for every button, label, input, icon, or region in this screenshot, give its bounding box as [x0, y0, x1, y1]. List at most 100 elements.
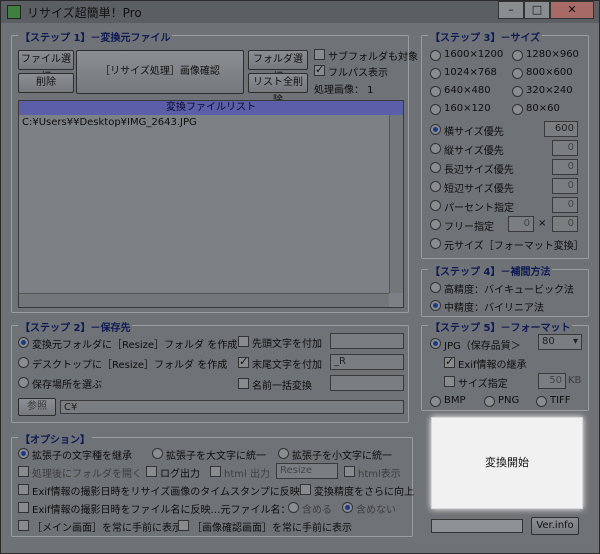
options-title: 【オプション】: [18, 431, 92, 446]
step3-title: 【ステップ 3】－サイズ: [428, 29, 543, 44]
include-radio[interactable]: [288, 502, 299, 513]
prefix-checkbox[interactable]: [238, 336, 249, 347]
size-radio-1600[interactable]: [430, 50, 441, 61]
short-side-radio[interactable]: [430, 181, 441, 192]
open-folder-checkbox[interactable]: [18, 466, 29, 477]
png-radio[interactable]: [484, 396, 495, 407]
size-label-1600: 1600×1200: [444, 49, 504, 60]
step4-title: 【ステップ 4】－補間方法: [428, 263, 553, 278]
prefix-label: 先頭文字を付加: [252, 339, 322, 350]
convert-start-button[interactable]: 変換開始: [431, 417, 583, 509]
tiff-label: TIFF: [550, 395, 571, 406]
file-list-item[interactable]: C:¥Users¥¥Desktop¥IMG_2643.JPG: [22, 117, 197, 128]
size-radio-320[interactable]: [512, 86, 523, 97]
size-label-800: 800×600: [526, 67, 573, 78]
jpg-radio[interactable]: [430, 338, 441, 349]
dest-choose-label: 保存場所を選ぶ: [32, 380, 102, 391]
percent-input[interactable]: 0: [552, 197, 578, 213]
tiff-radio[interactable]: [536, 396, 547, 407]
html-show-label: html表示: [358, 469, 401, 480]
long-side-input[interactable]: 0: [552, 159, 578, 175]
size-label-320: 320×240: [526, 85, 573, 96]
html-show-checkbox[interactable]: [344, 466, 355, 477]
bilinear-radio[interactable]: [430, 300, 441, 311]
folder-select-button[interactable]: フォルダ選択: [248, 50, 308, 83]
size-radio-80[interactable]: [512, 104, 523, 115]
processed-count: 処理画像： 1: [314, 85, 374, 96]
delete-button[interactable]: 削除: [18, 73, 74, 93]
width-input[interactable]: 600: [544, 121, 578, 137]
precision-label: 変換精度をさらに向上: [314, 487, 414, 498]
log-label: ログ出力: [160, 469, 200, 480]
step3-group: 【ステップ 3】－サイズ 1600×1200 1280×960 1024×768…: [421, 29, 589, 259]
free-height-input[interactable]: 0: [552, 216, 578, 232]
exif-filename-label: Exif情報の撮影日時をファイル名に反映…元ファイル名：: [32, 505, 291, 516]
ext-lower-radio[interactable]: [278, 448, 289, 459]
version-info-button[interactable]: Ver.info: [531, 517, 579, 535]
suffix-label: 末尾文字を付加: [252, 360, 322, 371]
size-radio-640[interactable]: [430, 86, 441, 97]
dest-source-folder-radio[interactable]: [18, 337, 29, 348]
prefix-input[interactable]: [330, 333, 404, 349]
size-label-1024: 1024×768: [444, 67, 497, 78]
suffix-input[interactable]: _R: [330, 354, 404, 370]
fullpath-checkbox[interactable]: [314, 63, 325, 76]
ext-lower-label: 拡張子を小文字に統一: [292, 451, 392, 462]
maximize-button[interactable]: □: [524, 1, 550, 19]
width-priority-radio[interactable]: [430, 124, 441, 135]
minimize-button[interactable]: –: [498, 1, 524, 19]
ext-keep-label: 拡張子の文字種を継承: [32, 451, 132, 462]
main-top-checkbox[interactable]: [18, 520, 29, 531]
list-horizontal-scrollbar[interactable]: [19, 293, 389, 307]
precision-checkbox[interactable]: [300, 484, 311, 495]
html-name-input[interactable]: Resize: [276, 463, 338, 479]
dest-desktop-label: デスクトップに［Resize］フォルダ を作成: [32, 360, 228, 371]
browse-button[interactable]: 参照: [18, 398, 56, 416]
close-button[interactable]: ✕: [550, 1, 594, 19]
original-size-radio[interactable]: [430, 238, 441, 249]
quality-select[interactable]: 80 ▾: [538, 334, 582, 350]
dest-choose-radio[interactable]: [18, 377, 29, 388]
size-radio-800[interactable]: [512, 68, 523, 79]
rename-input[interactable]: [330, 375, 404, 391]
dest-source-folder-label: 変換元フォルダに［Resize］フォルダ を作成: [32, 340, 238, 351]
clear-list-button[interactable]: リスト全削除: [248, 73, 308, 106]
short-side-label: 短辺サイズ優先: [444, 184, 514, 195]
height-input[interactable]: 0: [552, 140, 578, 156]
exif-timestamp-checkbox[interactable]: [18, 484, 29, 495]
bicubic-radio[interactable]: [430, 282, 441, 293]
preview-top-checkbox[interactable]: [178, 520, 189, 531]
size-spec-checkbox[interactable]: [444, 376, 455, 387]
subfolder-checkbox[interactable]: [314, 49, 325, 60]
exif-keep-checkbox[interactable]: [444, 355, 455, 368]
size-spec-input[interactable]: 50: [538, 373, 566, 389]
rename-label: 名前一括変換: [252, 381, 312, 392]
height-priority-radio[interactable]: [430, 143, 441, 154]
rename-checkbox[interactable]: [238, 378, 249, 389]
file-list[interactable]: 変換ファイルリスト C:¥Users¥¥Desktop¥IMG_2643.JPG: [18, 100, 404, 308]
save-path-field[interactable]: C¥: [60, 400, 404, 414]
short-side-input[interactable]: 0: [552, 178, 578, 194]
html-output-checkbox[interactable]: [210, 466, 221, 477]
file-select-button[interactable]: ファイル選択: [18, 50, 74, 83]
progress-bar: [431, 519, 523, 533]
list-vertical-scrollbar[interactable]: [389, 115, 403, 293]
free-size-radio[interactable]: [430, 219, 441, 230]
log-checkbox[interactable]: [146, 466, 157, 477]
exif-filename-checkbox[interactable]: [18, 502, 29, 513]
free-width-input[interactable]: 0: [508, 216, 534, 232]
resize-preview-button[interactable]: ［リサイズ処理］画像確認: [76, 50, 244, 94]
percent-radio[interactable]: [430, 200, 441, 211]
ext-keep-radio[interactable]: [18, 448, 29, 459]
size-radio-1024[interactable]: [430, 68, 441, 79]
bmp-radio[interactable]: [430, 396, 441, 407]
long-side-radio[interactable]: [430, 162, 441, 173]
exclude-radio[interactable]: [342, 502, 353, 513]
dest-desktop-radio[interactable]: [18, 357, 29, 368]
original-size-label: 元サイズ［フォーマット変換］: [444, 241, 584, 252]
suffix-checkbox[interactable]: [238, 355, 249, 368]
size-radio-1280[interactable]: [512, 50, 523, 61]
ext-upper-radio[interactable]: [152, 448, 163, 459]
size-radio-160[interactable]: [430, 104, 441, 115]
png-label: PNG: [498, 395, 520, 406]
